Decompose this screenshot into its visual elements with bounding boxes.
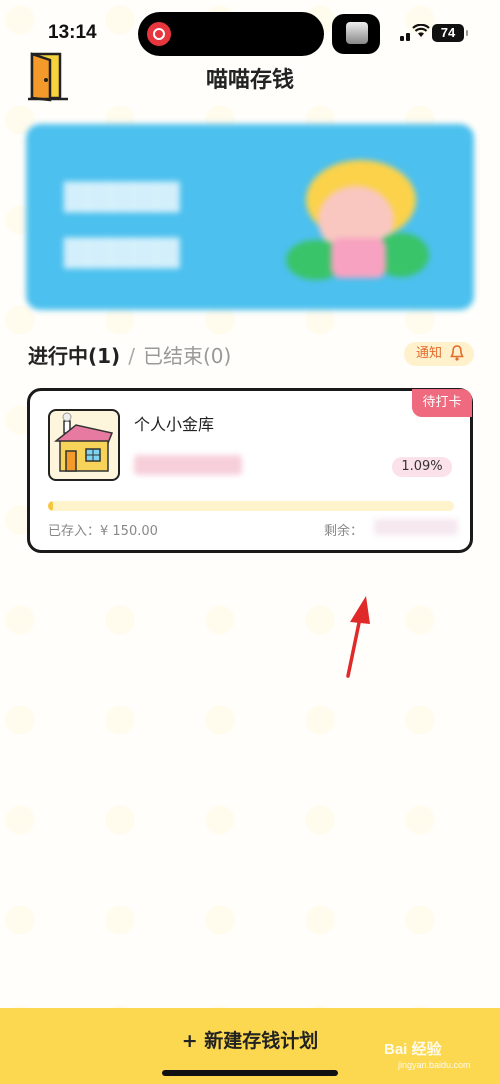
bottom-bar: + 新建存钱计划 Bai 经验 jingyan.baidu.com xyxy=(0,1008,500,1084)
progress-percent-badge: 1.09% xyxy=(392,457,452,477)
tab-in-progress[interactable]: 进行中(1) xyxy=(28,344,120,368)
notify-label: 通知 xyxy=(416,346,443,361)
remaining-label: 剩余： xyxy=(324,524,364,539)
plan-name: 个人小金库 xyxy=(134,415,215,434)
dynamic-island xyxy=(138,12,324,56)
status-bar: 13:14 74 xyxy=(0,0,500,66)
banner-text-blur: ▇▇▇▇▇ ▇▇▇▇▇ xyxy=(64,178,180,269)
status-tabs: 进行中(1) / 已结束(0) xyxy=(28,340,231,369)
music-app-icon xyxy=(147,22,171,46)
battery-indicator: 74 xyxy=(432,24,468,42)
progress-fill xyxy=(48,501,53,511)
check-in-badge[interactable]: 待打卡 xyxy=(412,389,472,417)
savings-plan-card[interactable]: 待打卡 个人小金库 1.09% 已存入：¥ 150.00 剩余： xyxy=(27,388,473,553)
house-icon xyxy=(48,409,120,481)
remaining-amount-blurred xyxy=(374,519,458,535)
watermark-url: jingyan.baidu.com xyxy=(398,1060,471,1070)
progress-bar xyxy=(48,501,454,511)
status-time: 13:14 xyxy=(48,22,97,43)
promo-banner[interactable]: ▇▇▇▇▇ ▇▇▇▇▇ xyxy=(26,124,474,310)
wifi-icon xyxy=(412,23,430,42)
annotation-arrow-icon xyxy=(346,596,370,678)
app-screen: 13:14 74 喵喵存钱 ▇▇▇▇▇ ▇▇▇▇▇ 进行中(1) / 已结束(0… xyxy=(0,0,500,1084)
tab-separator: / xyxy=(128,344,135,368)
saved-amount: 已存入：¥ 150.00 xyxy=(48,524,158,539)
home-indicator[interactable] xyxy=(162,1070,338,1076)
live-activity-thumbnail xyxy=(332,14,380,54)
watermark-logo: Bai 经验 xyxy=(384,1041,442,1058)
tab-finished[interactable]: 已结束(0) xyxy=(143,344,231,368)
page-title: 喵喵存钱 xyxy=(205,68,294,93)
target-amount-blurred xyxy=(134,455,242,475)
banner-illustration xyxy=(286,160,429,280)
bell-icon xyxy=(450,345,464,361)
notify-button[interactable]: 通知 xyxy=(404,342,474,366)
